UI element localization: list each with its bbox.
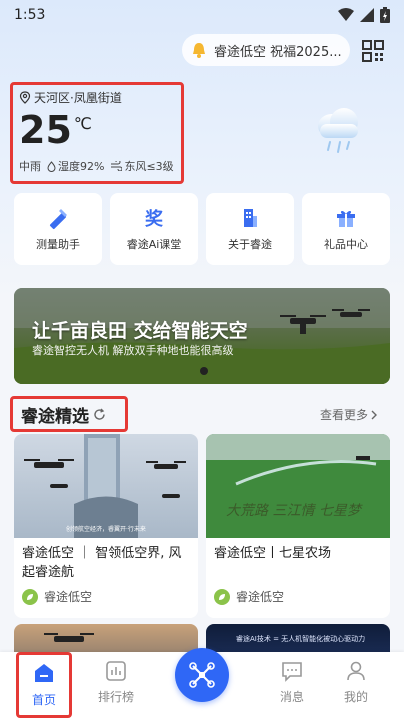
- temperature-unit: ℃: [73, 114, 92, 133]
- status-time: 1:53: [14, 7, 46, 23]
- scan-grid-icon[interactable]: [362, 40, 384, 62]
- featured-card[interactable]: 大荒路 三江情 七星梦 睿途低空丨七星农场 睿途低空: [206, 434, 390, 618]
- location-row: 天河区·凤凰街道: [19, 89, 175, 106]
- gift-icon: [337, 210, 355, 227]
- carousel-indicator[interactable]: [200, 367, 208, 375]
- nav-label: 消息: [279, 690, 304, 704]
- humidity: 湿度92%: [47, 158, 104, 174]
- status-icons: [338, 7, 390, 23]
- leaf-logo-icon: [219, 593, 225, 600]
- nav-label: 首页: [31, 693, 56, 707]
- card-image: 创领航空经济，睿翼开·行未来: [14, 434, 198, 538]
- header: 睿途低空 祝福2025...: [0, 34, 404, 68]
- quick-link-label: 睿途Ai课堂: [126, 238, 182, 251]
- droplet-icon: [47, 160, 56, 172]
- author-avatar: [22, 588, 38, 605]
- card-title: 睿途低空丨七星农场: [214, 546, 332, 561]
- quick-links: 测量助手 奖 睿途Ai课堂 关于睿途 礼品中心: [14, 193, 390, 265]
- card-image-caption: 睿途AI技术 = 无人机智能化被动心驱动力: [236, 635, 366, 643]
- leaf-logo-icon: [27, 593, 33, 600]
- featured-section-title: 睿途精选: [10, 396, 128, 432]
- building-drone-image: [24, 434, 186, 538]
- temperature: 25 ℃: [19, 108, 175, 152]
- bell-icon: [193, 43, 205, 58]
- building-icon: [244, 209, 257, 227]
- chevron-right-icon: [371, 410, 378, 419]
- banner-subtitle: 睿途智控无人机 解放双手种地也能很高级: [32, 344, 234, 357]
- wifi-icon: [338, 8, 354, 21]
- message-icon: [282, 662, 302, 682]
- quick-link-about[interactable]: 关于睿途: [206, 193, 294, 265]
- weather-condition: 中雨: [19, 160, 41, 173]
- author-name: 睿途低空: [44, 590, 93, 604]
- user-icon: [347, 661, 365, 681]
- temperature-value: 25: [19, 108, 72, 152]
- refresh-icon[interactable]: [93, 408, 106, 421]
- drone-control-button[interactable]: [175, 648, 229, 702]
- rain-cloud-icon: [318, 108, 358, 153]
- weather-widget[interactable]: 天河区·凤凰街道 25 ℃ 中雨 湿度92% 东风≤3级: [10, 82, 184, 184]
- signal-icon: [360, 8, 374, 22]
- promo-banner[interactable]: 让千亩良田 交给智能天空 睿途智控无人机 解放双手种地也能很高级: [14, 288, 390, 384]
- quick-link-label: 关于睿途: [228, 238, 272, 251]
- farm-field-image: [206, 434, 390, 538]
- wind-icon: [111, 161, 123, 171]
- quick-link-gifts[interactable]: 礼品中心: [302, 193, 390, 265]
- nav-label: 排行榜: [97, 690, 134, 704]
- wind-text: 东风≤3级: [124, 160, 174, 173]
- wind: 东风≤3级: [110, 158, 174, 174]
- featured-card[interactable]: 创领航空经济，睿翼开·行未来 睿途低空 ｜ 智领低空界, 风起睿途航 睿途低空: [14, 434, 198, 618]
- notice-bar[interactable]: 睿途低空 祝福2025...: [182, 34, 350, 66]
- notice-text: 睿途低空 祝福2025...: [214, 44, 342, 60]
- banner-title: 让千亩良田 交给智能天空: [32, 320, 248, 342]
- card-image-caption: 创领航空经济，睿翼开·行未来: [66, 526, 146, 533]
- svg-text:奖: 奖: [145, 208, 164, 230]
- nav-messages[interactable]: 消息: [262, 660, 322, 705]
- quick-link-measure[interactable]: 测量助手: [14, 193, 102, 265]
- card-image: 大荒路 三江情 七星梦: [206, 434, 390, 538]
- battery-icon: [380, 7, 390, 23]
- drone-icon: [189, 662, 215, 688]
- bar-chart-icon: [106, 661, 126, 681]
- home-icon: [35, 664, 53, 682]
- nav-label: 我的: [343, 690, 368, 704]
- card-author: 睿途低空: [14, 582, 198, 611]
- quick-link-ai-class[interactable]: 奖 睿途Ai课堂: [110, 193, 198, 265]
- quick-link-label: 测量助手: [36, 238, 80, 251]
- see-more-link[interactable]: 查看更多: [320, 406, 378, 423]
- nav-me[interactable]: 我的: [326, 660, 386, 705]
- author-name: 睿途低空: [236, 590, 285, 604]
- see-more-label: 查看更多: [320, 408, 369, 422]
- nav-ranking[interactable]: 排行榜: [86, 660, 146, 705]
- nav-home[interactable]: 首页: [16, 652, 72, 718]
- award-icon: 奖: [145, 208, 164, 230]
- author-avatar: [214, 588, 230, 605]
- weather-details: 中雨 湿度92% 东风≤3级: [19, 158, 175, 174]
- location-pin-icon: [19, 91, 31, 104]
- humidity-text: 湿度92%: [58, 160, 105, 173]
- location-text: 天河区·凤凰街道: [34, 91, 122, 105]
- card-image-caption: 大荒路 三江情 七星梦: [226, 503, 361, 519]
- status-bar: 1:53: [0, 0, 404, 30]
- ruler-pencil-icon: [49, 209, 67, 230]
- card-author: 睿途低空: [206, 582, 390, 611]
- card-title: 睿途低空 ｜ 智领低空界, 风起睿途航: [22, 546, 182, 580]
- featured-title: 睿途精选: [21, 406, 89, 427]
- quick-link-label: 礼品中心: [324, 238, 368, 251]
